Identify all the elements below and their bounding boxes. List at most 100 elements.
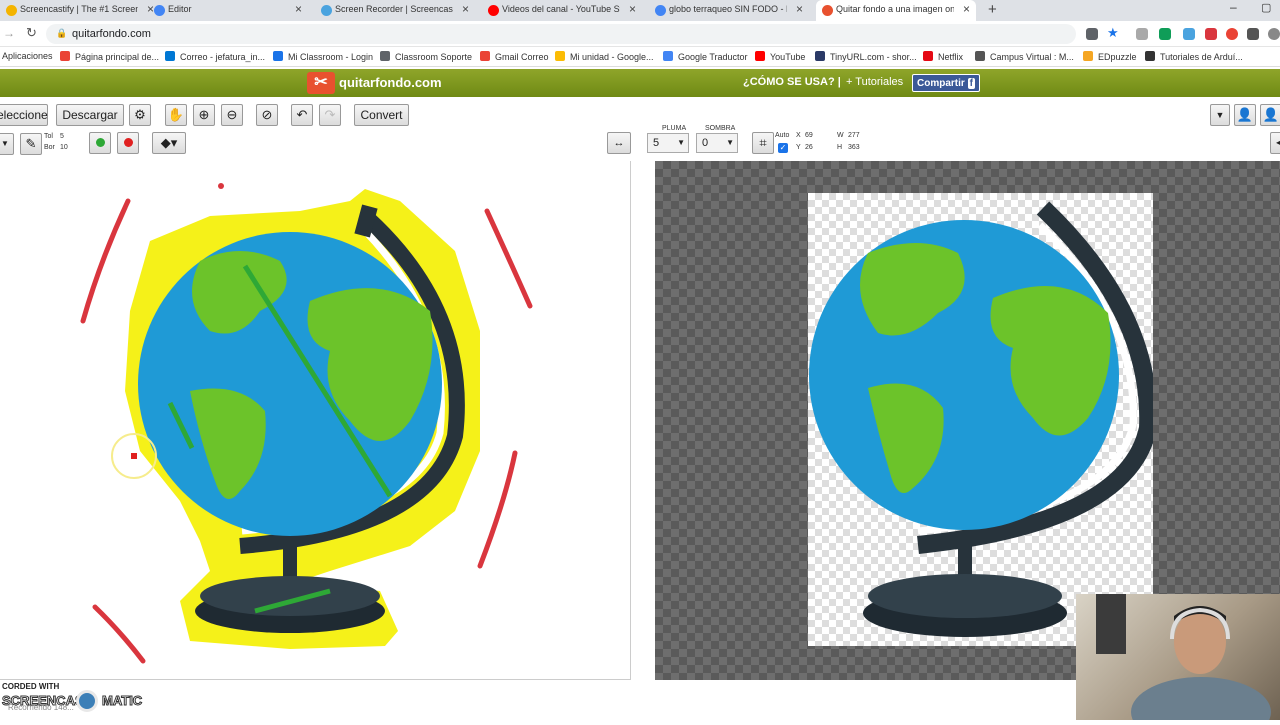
browser-tab[interactable]: globo terraqueo SIN FODO - Bús ×	[649, 0, 809, 21]
browser-tab[interactable]: Editor ×	[148, 0, 308, 21]
browser-tab[interactable]: Screencastify | The #1 Screen Re×	[0, 0, 160, 21]
bookmark-favicon-icon	[663, 51, 673, 61]
zoom-out-icon[interactable]: ⊖	[221, 104, 243, 126]
bookmark-item[interactable]: Mi unidad - Google...	[555, 51, 654, 62]
screencast-logo-icon	[76, 690, 98, 712]
bookmark-item[interactable]: Correo - jefatura_in...	[165, 51, 265, 62]
tab-favicon-icon	[655, 5, 666, 16]
bookmark-item[interactable]: TinyURL.com - shor...	[815, 51, 917, 62]
swap-arrows-icon[interactable]: ↔	[607, 132, 631, 154]
user-red-icon[interactable]: 👤	[1260, 104, 1280, 126]
bookmark-item[interactable]: Aplicaciones	[2, 51, 53, 61]
eraser-icon[interactable]: ◆▾	[152, 132, 186, 154]
bookmark-item[interactable]: Netflix	[923, 51, 963, 62]
auto-checkbox[interactable]: ✓	[778, 143, 788, 153]
maximize-icon[interactable]: ▢	[1261, 1, 1271, 14]
chevron-down-icon: ▼	[677, 138, 685, 147]
extension-icon[interactable]	[1136, 28, 1148, 40]
tutorials-link[interactable]: + Tutoriales	[846, 76, 903, 88]
clear-icon[interactable]: ⊘	[256, 104, 278, 126]
pen-select[interactable]: 5 ▼	[647, 133, 689, 153]
bookmark-label: Página principal de...	[75, 52, 160, 62]
close-icon[interactable]: ×	[796, 2, 803, 16]
minimize-icon[interactable]: –	[1230, 0, 1237, 14]
dropdown-icon[interactable]: ▼	[0, 133, 14, 155]
bookmark-item[interactable]: YouTube	[755, 51, 805, 62]
remove-marker-button[interactable]	[117, 132, 139, 154]
forward-icon[interactable]: →	[3, 26, 15, 40]
green-dot-icon	[95, 138, 105, 147]
magic-wand-icon[interactable]: ✎	[20, 133, 42, 155]
profile-icon[interactable]	[1268, 28, 1280, 40]
w-value[interactable]: 277	[848, 132, 860, 139]
new-tab-button[interactable]: +	[988, 1, 997, 18]
bookmark-favicon-icon	[1083, 51, 1093, 61]
zoom-in-icon[interactable]: ⊕	[193, 104, 215, 126]
redo-icon[interactable]: ↷	[319, 104, 341, 126]
result-image-box[interactable]	[808, 193, 1158, 646]
presenter-face	[1174, 610, 1226, 674]
dropdown-icon[interactable]: ▼	[1210, 104, 1230, 126]
keep-marker-button[interactable]	[89, 132, 111, 154]
h-label: H	[837, 144, 843, 151]
browser-tab[interactable]: Quitar fondo a una imagen onlin ×	[816, 0, 976, 21]
y-value[interactable]: 26	[805, 144, 813, 151]
extension-icon[interactable]	[1183, 28, 1195, 40]
stand-pole	[283, 541, 297, 581]
bookmark-item[interactable]: Página principal de...	[60, 51, 159, 62]
shadow-select[interactable]: 0 ▼	[696, 133, 738, 153]
close-icon[interactable]: ×	[462, 2, 469, 16]
edit-canvas[interactable]	[0, 161, 631, 680]
tab-title: Videos del canal - YouTube Studi	[502, 4, 620, 14]
extension-icon[interactable]	[1086, 28, 1098, 40]
auto-label: Auto	[775, 132, 790, 139]
scissors-logo-icon: ✂	[307, 72, 335, 94]
close-icon[interactable]: ×	[963, 2, 970, 16]
browser-tab[interactable]: Screen Recorder | Screencast-O- ×	[315, 0, 475, 21]
tab-title: Quitar fondo a una imagen onlin	[836, 4, 954, 14]
select-button[interactable]: eleccione	[0, 104, 48, 126]
bookmark-label: TinyURL.com - shor...	[830, 52, 917, 62]
x-value[interactable]: 69	[805, 132, 813, 139]
cursor-icon	[131, 453, 137, 459]
bookmark-item[interactable]: Google Traductor	[663, 51, 748, 62]
how-to-link[interactable]: ¿CÓMO SE USA? |	[743, 76, 841, 88]
bor-value[interactable]: 10	[60, 144, 68, 151]
bookmark-item[interactable]: Tutoriales de Arduí...	[1145, 51, 1243, 62]
url-box[interactable]: 🔒 quitarfondo.com	[46, 24, 1076, 44]
crop-icon[interactable]: ⌗	[752, 132, 774, 154]
extension-icon[interactable]	[1226, 28, 1238, 40]
globe-result-image	[809, 201, 1158, 637]
bookmark-star-icon[interactable]: ★	[1107, 25, 1119, 41]
bookmark-favicon-icon	[380, 51, 390, 61]
bookmark-item[interactable]: Mi Classroom - Login	[273, 51, 373, 62]
reload-icon[interactable]: ↻	[26, 25, 37, 41]
bookmark-item[interactable]: Classroom Soporte	[380, 51, 472, 62]
bookmark-item[interactable]: EDpuzzle	[1083, 51, 1137, 62]
site-logo-text[interactable]: quitarfondo.com	[339, 75, 442, 90]
tol-value[interactable]: 5	[60, 133, 64, 140]
bookmark-favicon-icon	[1145, 51, 1155, 61]
gear-icon[interactable]: ⚙	[129, 104, 151, 126]
undo-icon[interactable]: ↶	[291, 104, 313, 126]
globe-edit-image[interactable]	[0, 161, 631, 680]
close-icon[interactable]: ×	[629, 2, 636, 16]
side-arrow-icon[interactable]: ◂	[1270, 132, 1280, 154]
presenter-shirt	[1131, 677, 1271, 725]
close-icon[interactable]: ×	[295, 2, 302, 16]
extension-icon[interactable]	[1159, 28, 1171, 40]
download-button[interactable]: Descargar	[56, 104, 124, 126]
share-facebook-button[interactable]: Compartir f	[912, 74, 980, 92]
hand-icon[interactable]: ✋	[165, 104, 187, 126]
extension-icon[interactable]	[1205, 28, 1217, 40]
puzzle-icon[interactable]	[1247, 28, 1259, 40]
tab-favicon-icon	[321, 5, 332, 16]
convert-button[interactable]: Convert	[354, 104, 409, 126]
bookmark-item[interactable]: Campus Virtual : M...	[975, 51, 1074, 62]
tab-title: Editor	[168, 4, 192, 14]
status-text: Recorriendo 148...	[8, 703, 74, 712]
bookmark-item[interactable]: Gmail Correo	[480, 51, 549, 62]
user-icon[interactable]: 👤	[1234, 104, 1256, 126]
h-value[interactable]: 363	[848, 144, 860, 151]
browser-tab[interactable]: Videos del canal - YouTube Studi ×	[482, 0, 642, 21]
